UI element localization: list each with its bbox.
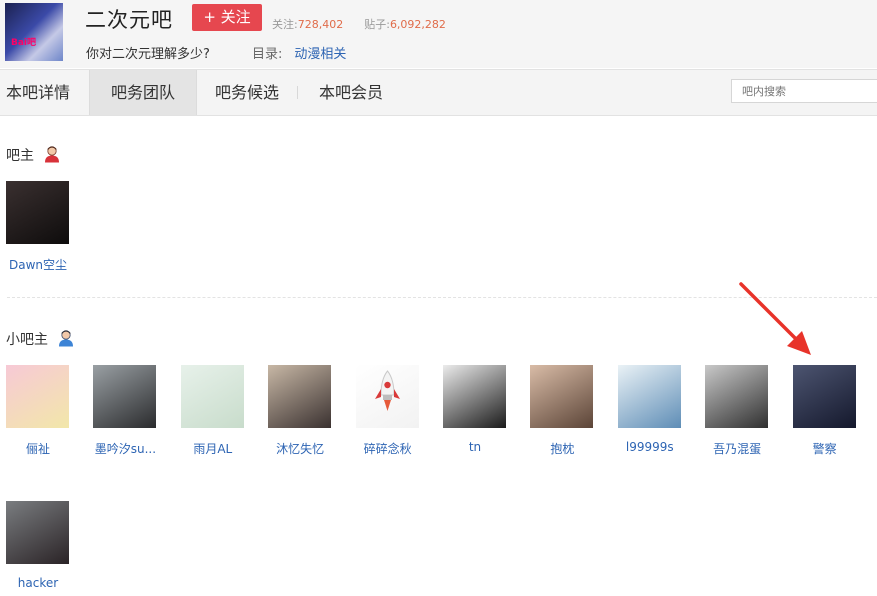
tab-forum-details[interactable]: 本吧详情 (6, 70, 70, 115)
team-member-card[interactable]: tn (437, 365, 524, 457)
member-name-link[interactable]: hacker (0, 576, 76, 590)
forum-catalog: 目录: 动漫相关 (252, 43, 346, 62)
assistant-section-label: 小吧主 (6, 332, 48, 348)
member-avatar[interactable] (617, 365, 681, 428)
team-member-card[interactable]: 警察 (787, 365, 874, 457)
member-name-link[interactable]: 雨月AL (175, 440, 251, 457)
posts-label: 贴子: (364, 18, 390, 31)
member-avatar[interactable] (6, 365, 69, 428)
forum-slogan: 你对二次元理解多少? (86, 47, 210, 62)
member-name-link[interactable]: 墨吟汐su... (87, 440, 163, 457)
member-name-link[interactable]: Dawn空尘 (0, 256, 76, 273)
team-member-card[interactable]: l99999s (612, 365, 699, 457)
tab-forum-members[interactable]: 本吧会员 (319, 70, 383, 115)
member-avatar[interactable] (355, 365, 419, 428)
forum-search-input[interactable] (731, 79, 877, 103)
team-member-card[interactable]: 墨吟汐su... (87, 365, 174, 457)
tab-bar: 本吧详情 吧务团队 吧务候选 本吧会员 (0, 69, 877, 116)
member-avatar[interactable] (443, 365, 506, 428)
tab-forum-team[interactable]: 吧务团队 (89, 70, 197, 115)
member-avatar[interactable] (792, 365, 856, 428)
forum-avatar[interactable]: Bai吧 (5, 3, 63, 61)
team-member-card[interactable]: 雨月AL (175, 365, 262, 457)
member-avatar[interactable] (93, 365, 157, 428)
owner-section-title: 吧主 (6, 145, 60, 165)
member-avatar[interactable] (268, 365, 332, 428)
team-member-card[interactable]: 俪祉 (0, 365, 87, 457)
member-avatar[interactable] (180, 365, 244, 428)
catalog-label: 目录: (252, 47, 283, 62)
team-member-card[interactable]: Dawn空尘 (0, 181, 87, 273)
assistant-blue-user-icon (59, 330, 74, 347)
tab-team-candidates[interactable]: 吧务候选 (215, 70, 279, 115)
member-avatar[interactable] (6, 181, 69, 244)
member-name-link[interactable]: l99999s (612, 440, 688, 454)
team-member-card[interactable]: hacker (0, 501, 87, 593)
team-member-card[interactable]: 吾乃混蛋 (699, 365, 786, 457)
member-name-link[interactable]: 抱枕 (524, 440, 600, 457)
team-member-card[interactable]: 抱枕 (524, 365, 611, 457)
posts-count: 6,092,282 (389, 18, 446, 31)
rocket-icon (374, 370, 400, 411)
team-member-card[interactable]: 沐忆失忆 (262, 365, 349, 457)
annotation-arrow-icon (739, 282, 811, 355)
tab-separator (297, 86, 298, 99)
followers-count: 728,402 (297, 18, 344, 31)
owner-section-label: 吧主 (6, 148, 34, 164)
assistant-section-title: 小吧主 (6, 329, 74, 349)
member-name-link[interactable]: 吾乃混蛋 (699, 440, 775, 457)
member-avatar[interactable] (705, 365, 769, 428)
team-member-card[interactable]: 碎碎念秋 (350, 365, 437, 457)
follow-button[interactable]: + 关注 (192, 4, 262, 31)
followers-label: 关注: (272, 18, 298, 31)
forum-title[interactable]: 二次元吧 (85, 4, 173, 34)
forum-avatar-text: Bai吧 (11, 38, 37, 48)
member-avatar[interactable] (6, 501, 69, 564)
member-name-link[interactable]: 警察 (787, 440, 863, 457)
member-name-link[interactable]: 沐忆失忆 (262, 440, 338, 457)
member-name-link[interactable]: tn (437, 440, 513, 454)
owner-red-user-icon (45, 146, 60, 163)
forum-header: Bai吧 二次元吧 + 关注 关注:728,402 贴子:6,092,282 你… (0, 0, 877, 68)
catalog-link[interactable]: 动漫相关 (294, 47, 346, 62)
member-name-link[interactable]: 碎碎念秋 (350, 440, 426, 457)
member-name-link[interactable]: 俪祉 (0, 440, 76, 457)
member-avatar[interactable] (530, 365, 594, 428)
forum-stats: 关注:728,402 贴子:6,092,282 (272, 16, 446, 32)
